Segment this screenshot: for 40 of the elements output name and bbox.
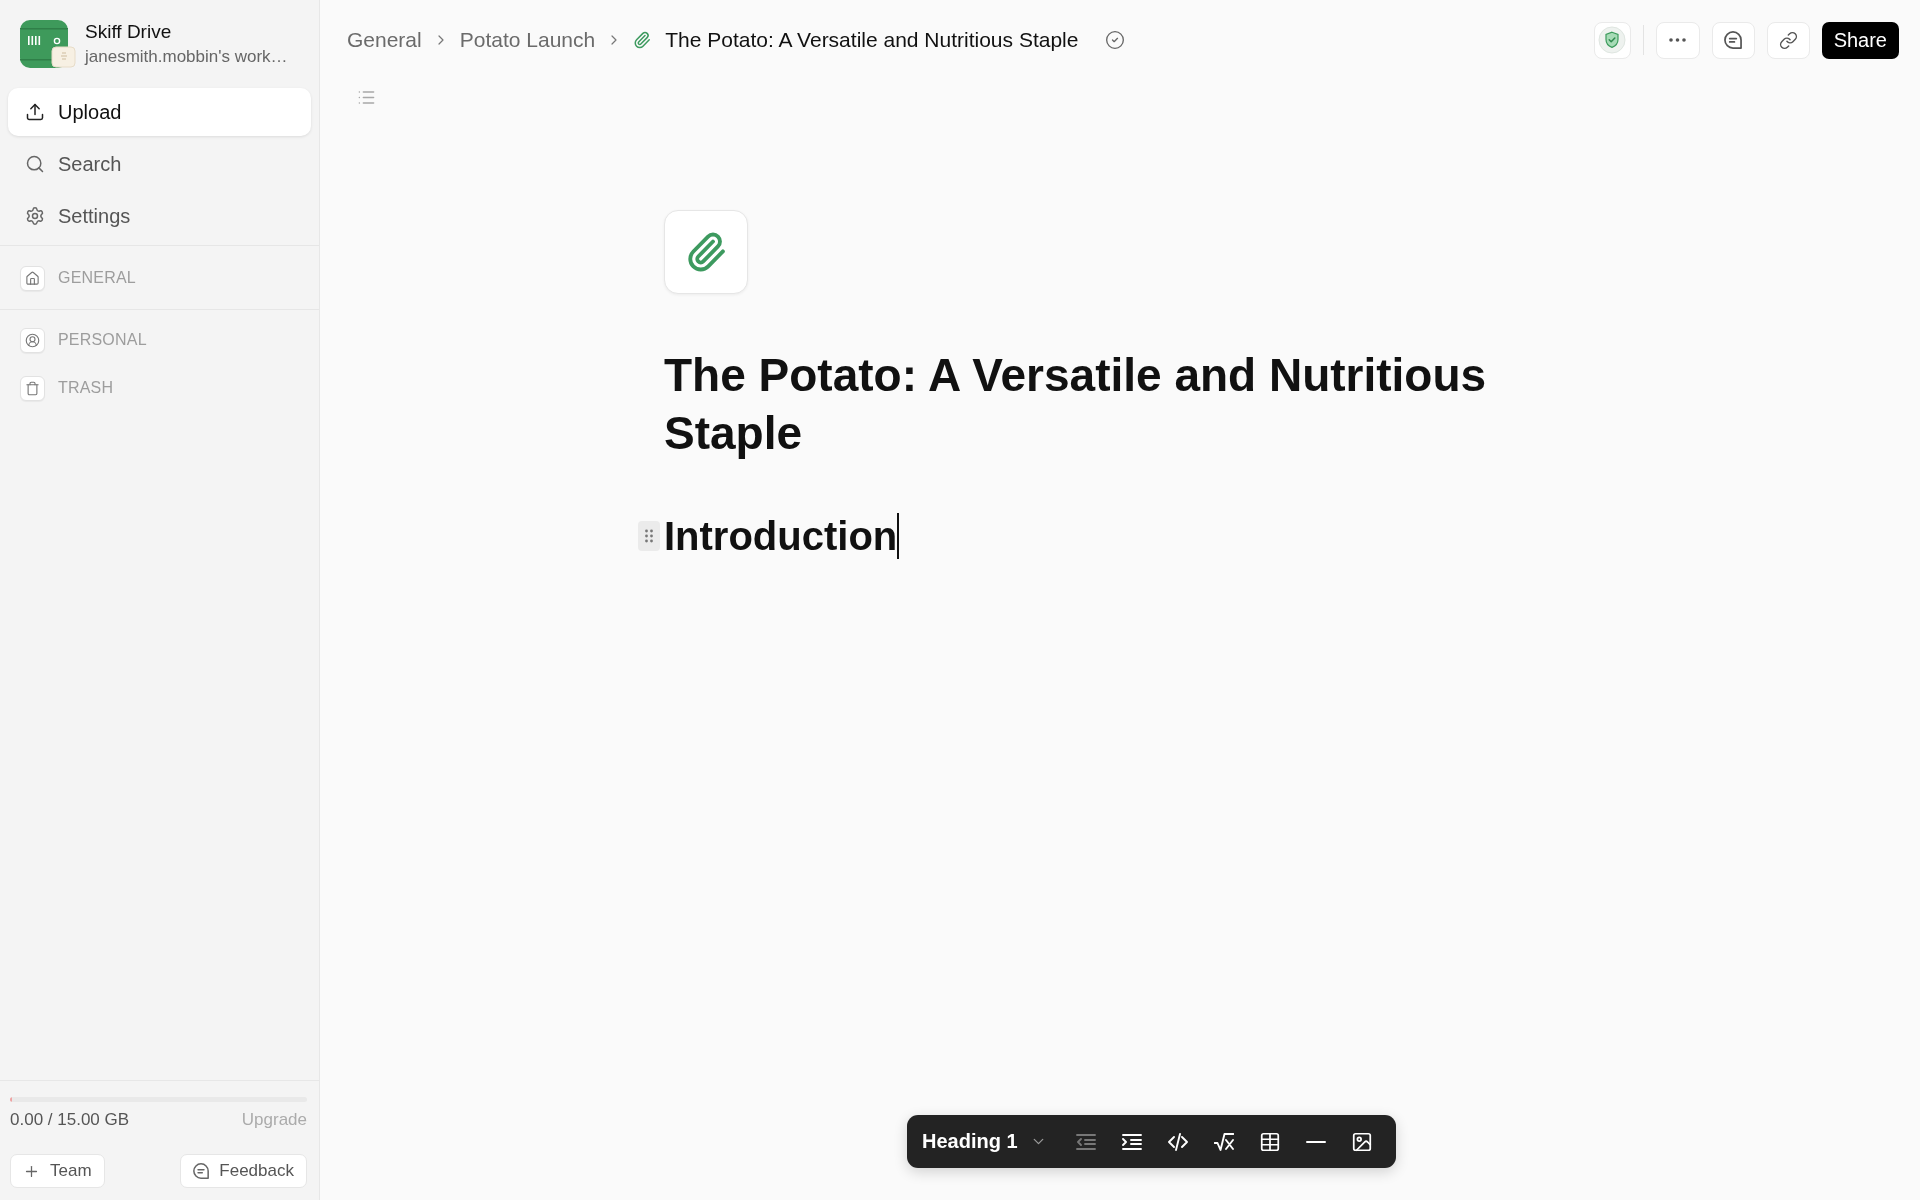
search-icon: [25, 154, 45, 174]
document-title: The Potato: A Versatile and Nutritious Staple: [664, 348, 1488, 461]
upload-icon: [25, 102, 45, 122]
check-circle-icon: [1105, 30, 1126, 50]
sidebar-action-button[interactable]: Upload: [8, 88, 311, 136]
breadcrumb-current: The Potato: A Versatile and Nutritious Staple: [665, 28, 1079, 52]
comment-icon: [193, 1163, 210, 1179]
storage-usage: 0.00 / 15.00 GB: [10, 1109, 130, 1131]
square-root-icon: [1213, 1131, 1234, 1152]
outdent-icon: [1075, 1131, 1096, 1152]
team-button[interactable]: Team: [10, 1154, 105, 1188]
sidebar-menu-item[interactable]: Settings: [8, 192, 311, 240]
shield-check-icon: [1598, 26, 1627, 54]
indent-icon: [1121, 1131, 1142, 1152]
workspace-name: janesmith.mobbin's work…: [85, 46, 288, 68]
feedback-button[interactable]: Feedback: [180, 1154, 307, 1188]
block-type-dropdown[interactable]: Heading 1: [922, 1123, 1047, 1160]
paperclip-icon[interactable]: [664, 210, 748, 294]
home-icon: [20, 265, 45, 291]
breadcrumb-link[interactable]: Potato Launch: [459, 28, 596, 52]
ellipsis-icon: [1669, 38, 1687, 42]
minus-icon: [1305, 1140, 1326, 1143]
drive-logo-icon: [20, 20, 76, 68]
comment-button[interactable]: [1711, 21, 1755, 59]
paperclip-icon: [633, 31, 652, 49]
drag-handle-icon[interactable]: [638, 521, 660, 551]
security-button[interactable]: [1593, 21, 1631, 59]
table-icon: [1258, 1130, 1281, 1153]
share-button[interactable]: Share: [1821, 21, 1899, 59]
app-name: Skiff Drive: [85, 20, 173, 44]
link-icon: [1778, 30, 1798, 50]
image-icon: [1350, 1130, 1373, 1153]
sidebar-menu-item[interactable]: Search: [8, 140, 311, 188]
link-button[interactable]: [1766, 21, 1810, 59]
comment-icon: [1724, 31, 1743, 49]
trash-icon: [20, 375, 45, 401]
breadcrumb-link[interactable]: General: [347, 28, 422, 52]
document-heading: Introduction: [664, 513, 898, 560]
code-icon: [1167, 1131, 1188, 1152]
settings-icon: [25, 206, 45, 226]
